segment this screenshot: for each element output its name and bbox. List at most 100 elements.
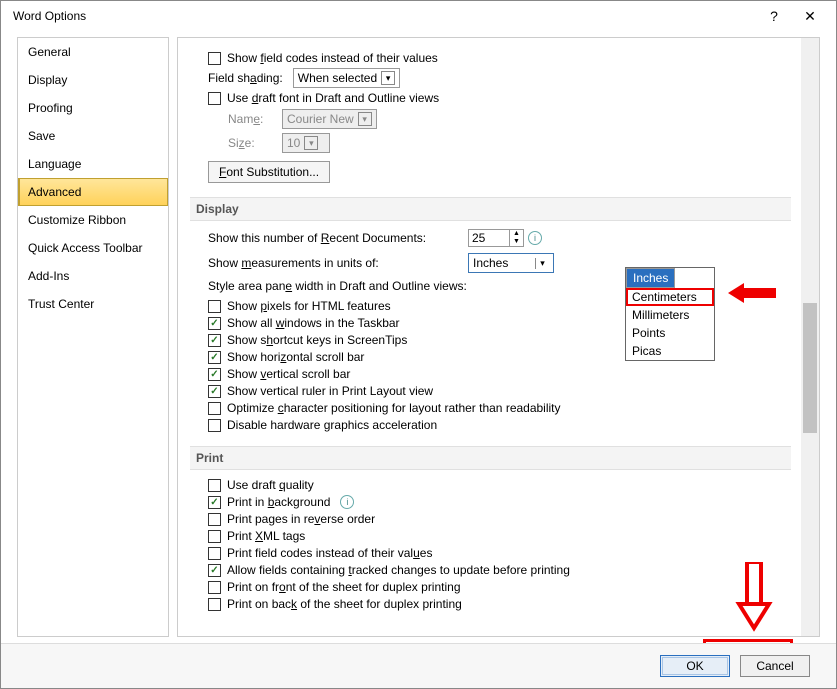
scrollbar[interactable] [801, 38, 819, 636]
titlebar: Word Options ? ✕ [1, 1, 836, 31]
field-shading-label: Field shading: [208, 71, 283, 85]
sidebar-item-display[interactable]: Display [18, 66, 168, 94]
print-check-row: Print field codes instead of their value… [208, 546, 791, 560]
font-name-select: Courier New▾ [282, 109, 377, 129]
checkbox[interactable] [208, 419, 221, 432]
checkbox[interactable] [208, 496, 221, 509]
checkbox[interactable] [208, 547, 221, 560]
display-section-heading: Display [190, 197, 791, 221]
sidebar-item-general[interactable]: General [18, 38, 168, 66]
unit-option-millimeters[interactable]: Millimeters [626, 306, 714, 324]
print-check-row: Print pages in reverse order [208, 512, 791, 526]
checkbox-label: Show vertical ruler in Print Layout view [227, 384, 433, 398]
scroll-thumb[interactable] [803, 303, 817, 433]
spinner-up-icon[interactable]: ▲ [510, 230, 523, 238]
checkbox[interactable] [208, 385, 221, 398]
use-draft-font-label: Use draft font in Draft and Outline view… [227, 91, 439, 105]
checkbox-label: Show shortcut keys in ScreenTips [227, 333, 407, 347]
annotation-arrow-left [728, 281, 778, 305]
show-field-codes-label: Show field codes instead of their values [227, 51, 438, 65]
recent-docs-spinner[interactable]: 25 ▲▼ [468, 229, 524, 247]
checkbox[interactable] [208, 530, 221, 543]
dialog-title: Word Options [9, 9, 756, 23]
unit-option-inches[interactable]: Inches [626, 268, 675, 288]
checkbox-label: Print on front of the sheet for duplex p… [227, 580, 461, 594]
checkbox-label: Disable hardware graphics acceleration [227, 418, 437, 432]
category-sidebar: General Display Proofing Save Language A… [17, 37, 169, 637]
checkbox-label: Show horizontal scroll bar [227, 350, 364, 364]
chevron-down-icon: ▾ [535, 258, 549, 269]
content-pane: Show field codes instead of their values… [177, 37, 820, 637]
cancel-button[interactable]: Cancel [740, 655, 810, 677]
display-check-row: Optimize character positioning for layou… [208, 401, 791, 415]
use-draft-font-checkbox[interactable] [208, 92, 221, 105]
checkbox[interactable] [208, 581, 221, 594]
print-check-row: Print in background i [208, 495, 791, 509]
show-field-codes-row: Show field codes instead of their values [208, 51, 791, 65]
recent-docs-label: Show this number of Recent Documents: [208, 231, 468, 245]
font-size-select: 10▾ [282, 133, 330, 153]
annotation-arrow-down [735, 562, 773, 635]
style-area-label: Style area pane width in Draft and Outli… [208, 279, 467, 293]
checkbox-label: Use draft quality [227, 478, 314, 492]
display-check-row: Show vertical scroll bar [208, 367, 791, 381]
checkbox[interactable] [208, 402, 221, 415]
ok-button[interactable]: OK [660, 655, 730, 677]
print-check-row: Print on front of the sheet for duplex p… [208, 580, 791, 594]
print-check-row: Print on back of the sheet for duplex pr… [208, 597, 791, 611]
print-check-row: Allow fields containing tracked changes … [208, 563, 791, 577]
chevron-down-icon: ▾ [381, 71, 395, 85]
checkbox[interactable] [208, 479, 221, 492]
sidebar-item-addins[interactable]: Add-Ins [18, 262, 168, 290]
chevron-down-icon: ▾ [304, 136, 318, 150]
font-size-label: Size: [228, 136, 274, 150]
checkbox-label: Print pages in reverse order [227, 512, 375, 526]
sidebar-item-trust-center[interactable]: Trust Center [18, 290, 168, 318]
sidebar-item-language[interactable]: Language [18, 150, 168, 178]
checkbox[interactable] [208, 317, 221, 330]
checkbox-label: Print on back of the sheet for duplex pr… [227, 597, 462, 611]
word-options-dialog: Word Options ? ✕ General Display Proofin… [0, 0, 837, 689]
checkbox-label: Print in background [227, 495, 330, 509]
display-check-row: Disable hardware graphics acceleration [208, 418, 791, 432]
checkbox-label: Print XML tags [227, 529, 305, 543]
show-field-codes-checkbox[interactable] [208, 52, 221, 65]
font-name-label: Name: [228, 112, 274, 126]
sidebar-item-proofing[interactable]: Proofing [18, 94, 168, 122]
checkbox[interactable] [208, 300, 221, 313]
sidebar-item-advanced[interactable]: Advanced [18, 178, 168, 206]
checkbox[interactable] [208, 513, 221, 526]
units-label: Show measurements in units of: [208, 256, 468, 270]
checkbox-label: Print field codes instead of their value… [227, 546, 432, 560]
field-shading-select[interactable]: When selected▾ [293, 68, 400, 88]
info-icon[interactable]: i [340, 495, 354, 509]
checkbox[interactable] [208, 564, 221, 577]
sidebar-item-qat[interactable]: Quick Access Toolbar [18, 234, 168, 262]
unit-option-centimeters[interactable]: Centimeters [626, 288, 714, 306]
sidebar-item-save[interactable]: Save [18, 122, 168, 150]
unit-option-points[interactable]: Points [626, 324, 714, 342]
unit-option-picas[interactable]: Picas [626, 342, 714, 360]
chevron-down-icon: ▾ [358, 112, 372, 126]
dialog-footer: OK Cancel [1, 643, 836, 688]
close-button[interactable]: ✕ [792, 8, 828, 25]
checkbox[interactable] [208, 368, 221, 381]
units-dropdown-list[interactable]: Inches Centimeters Millimeters Points Pi… [625, 267, 715, 361]
sidebar-item-customize-ribbon[interactable]: Customize Ribbon [18, 206, 168, 234]
info-icon[interactable]: i [528, 231, 542, 245]
checkbox[interactable] [208, 598, 221, 611]
print-check-row: Use draft quality [208, 478, 791, 492]
print-section-heading: Print [190, 446, 791, 470]
checkbox-label: Allow fields containing tracked changes … [227, 563, 570, 577]
display-check-row: Show vertical ruler in Print Layout view [208, 384, 791, 398]
checkbox-label: Optimize character positioning for layou… [227, 401, 561, 415]
checkbox[interactable] [208, 351, 221, 364]
units-combobox[interactable]: Inches ▾ [468, 253, 554, 273]
checkbox-label: Show pixels for HTML features [227, 299, 391, 313]
print-check-row: Print XML tags [208, 529, 791, 543]
checkbox-label: Show all windows in the Taskbar [227, 316, 400, 330]
help-button[interactable]: ? [756, 8, 792, 24]
checkbox[interactable] [208, 334, 221, 347]
font-substitution-button[interactable]: Font Substitution... [208, 161, 330, 183]
spinner-down-icon[interactable]: ▼ [510, 238, 523, 246]
